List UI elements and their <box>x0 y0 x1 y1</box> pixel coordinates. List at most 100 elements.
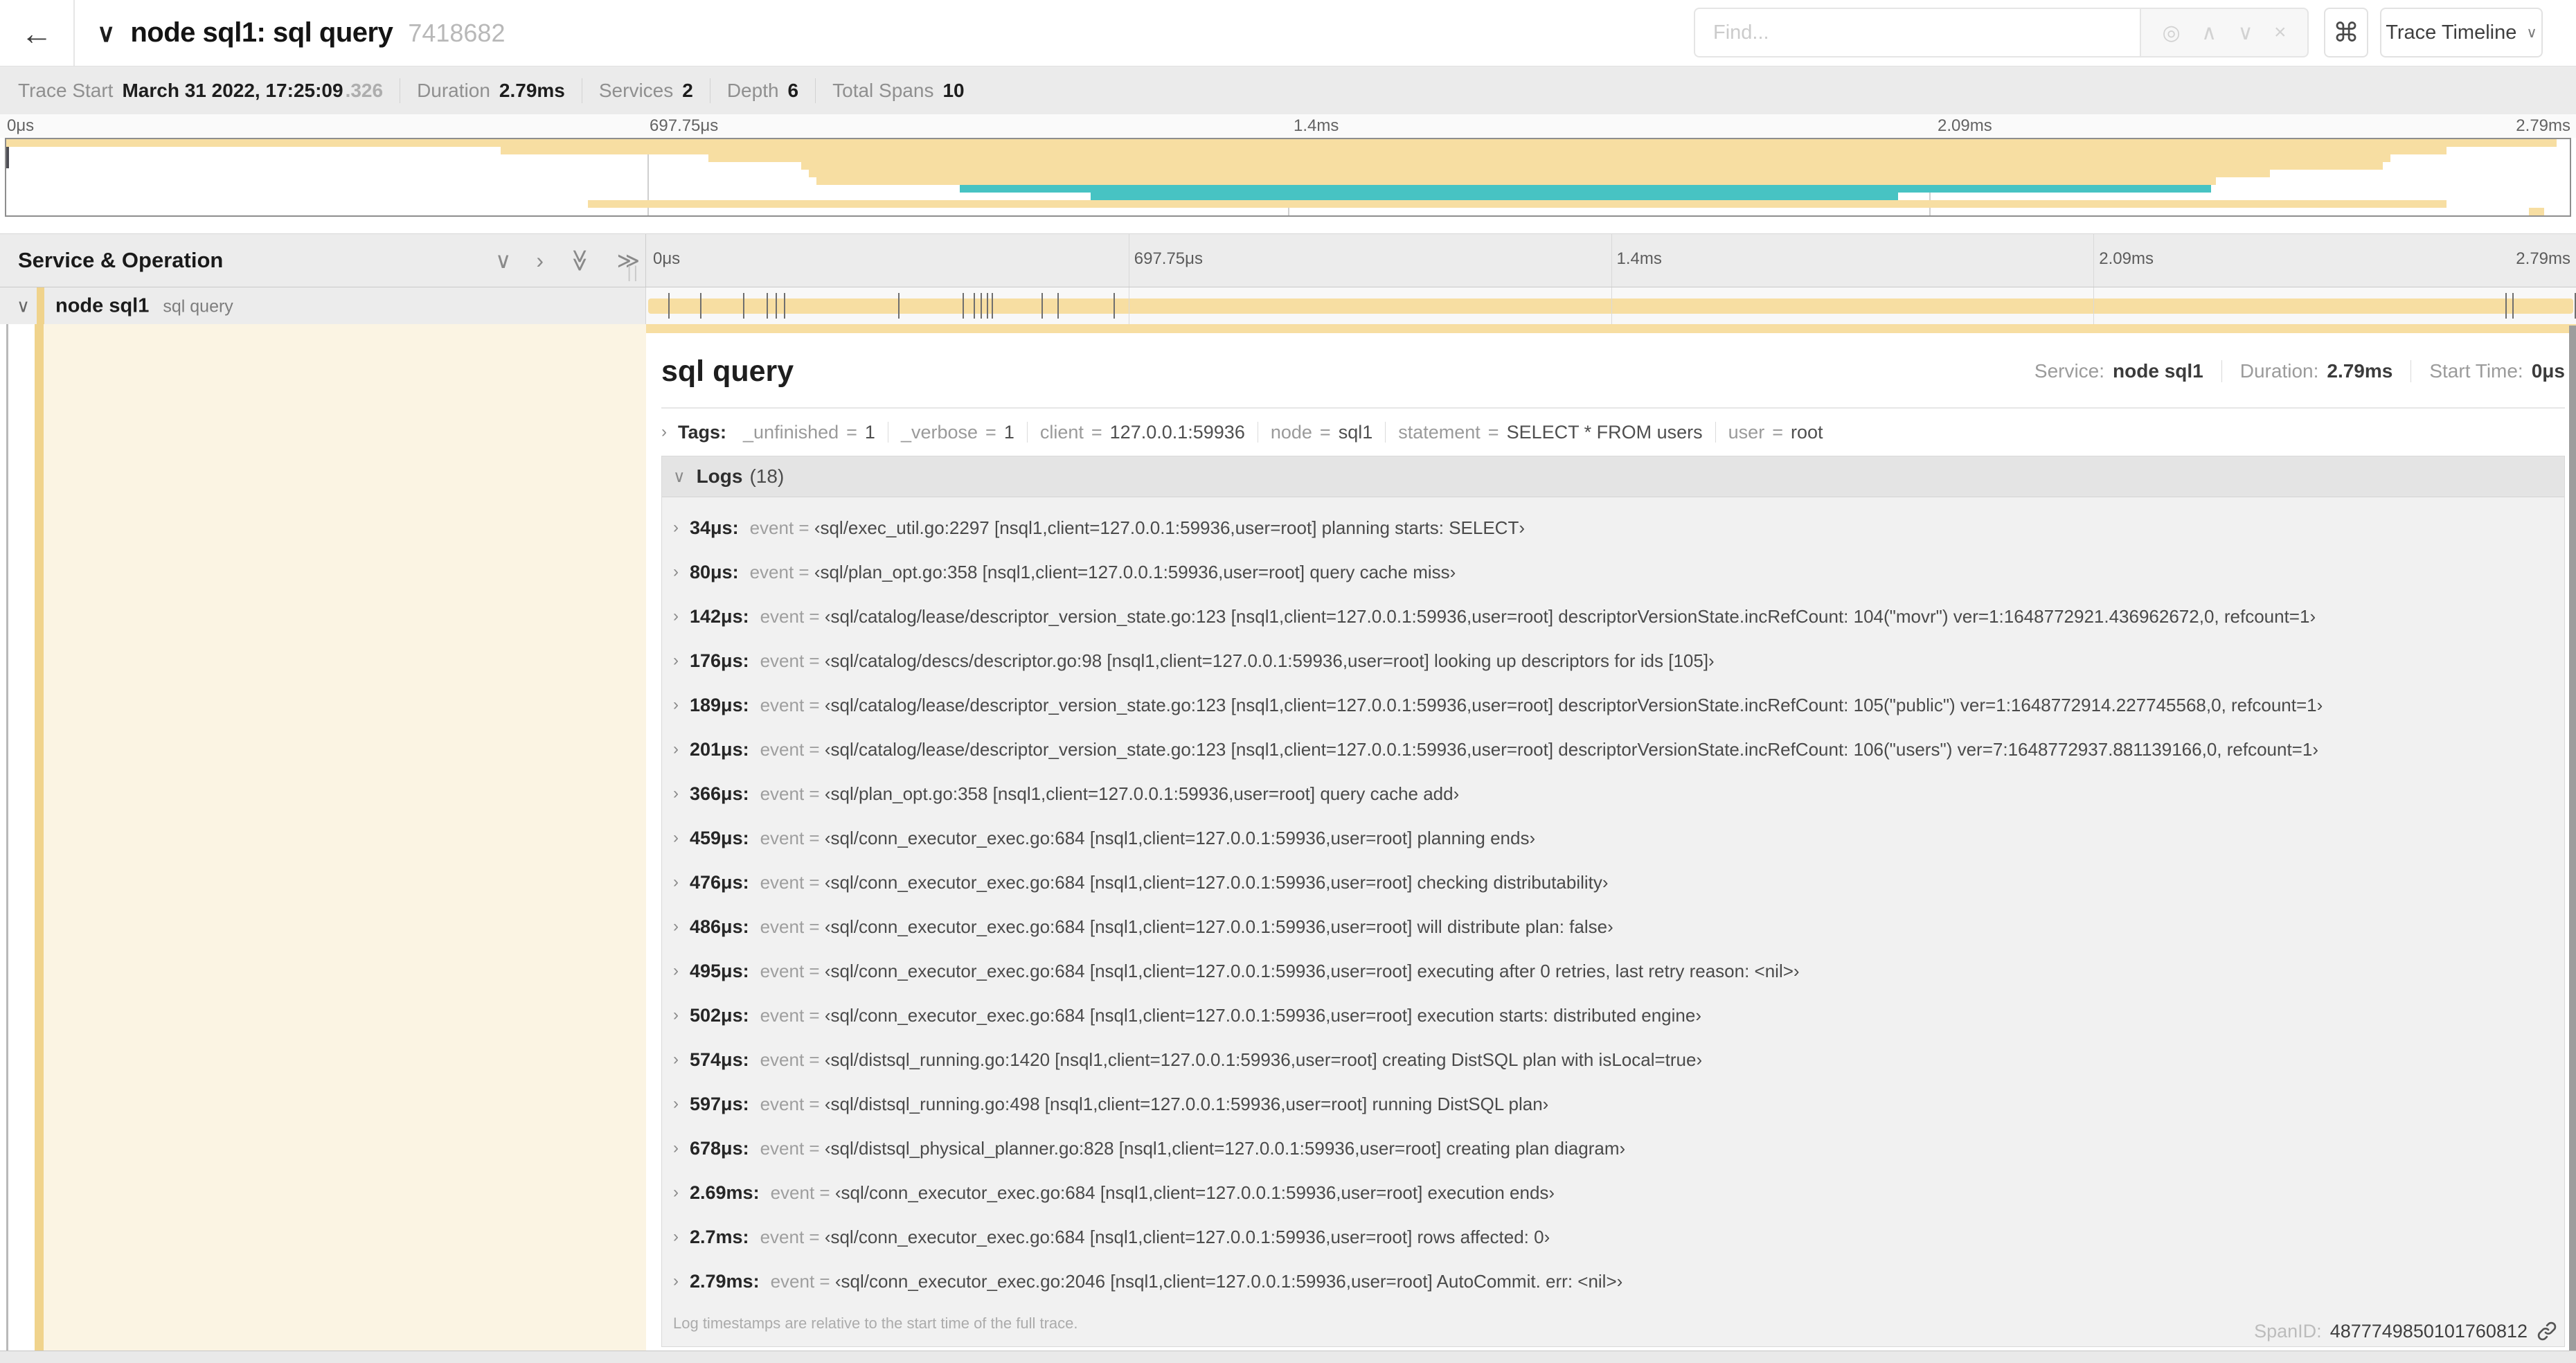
log-row[interactable]: › 2.7ms: event = ‹sql/conn_executor_exec.g… <box>662 1215 2564 1259</box>
column-resizer-handle[interactable]: || <box>627 263 640 283</box>
log-row[interactable]: › 34μs: event = ‹sql/exec_util.go:2297 [ns… <box>662 506 2564 550</box>
logs-list: › 34μs: event = ‹sql/exec_util.go:2297 [ns… <box>662 497 2564 1303</box>
summary-separator <box>2221 360 2222 382</box>
log-row[interactable]: › 176μs: event = ‹sql/catalog/descs/descri… <box>662 639 2564 683</box>
log-field-equals: = <box>804 650 825 671</box>
log-field-key: event <box>770 1182 815 1203</box>
tags-row[interactable]: › Tags: _unfinished = 1 _verbose = 1 client = 12… <box>661 417 2565 447</box>
tag-value: 127.0.0.1:59936 <box>1109 421 1245 443</box>
scrollbar-thumb[interactable] <box>2569 326 2576 1351</box>
log-timestamp: 189μs: <box>690 694 749 715</box>
chevron-right-icon[interactable]: › <box>673 961 679 981</box>
page-title: node sql1: sql query <box>130 17 393 48</box>
log-row[interactable]: › 80μs: event = ‹sql/plan_opt.go:358 [nsql… <box>662 550 2564 594</box>
chevron-right-icon[interactable]: › <box>673 1272 679 1291</box>
log-row[interactable]: › 142μs: event = ‹sql/catalog/lease/descri… <box>662 594 2564 639</box>
bottom-edge-strip <box>0 1351 2576 1363</box>
chevron-right-icon[interactable]: › <box>661 422 667 442</box>
log-row[interactable]: › 502μs: event = ‹sql/conn_executor_exec.g… <box>662 993 2564 1037</box>
log-timestamp: 495μs: <box>690 960 749 981</box>
chevron-right-icon[interactable]: › <box>673 1183 679 1202</box>
minimap-span-bar <box>6 139 2557 147</box>
tags-label: Tags: <box>678 421 727 443</box>
log-field-key: event <box>760 694 805 715</box>
clear-search-icon[interactable]: × <box>2274 21 2287 44</box>
log-field-value: ‹sql/catalog/lease/descriptor_version_st… <box>824 694 2323 715</box>
summary-value: 2.79ms <box>2327 360 2393 382</box>
chevron-right-icon[interactable]: › <box>673 1094 679 1114</box>
meta-item: Duration 2.79ms <box>417 80 565 102</box>
log-field-equals: = <box>804 1093 825 1114</box>
previous-result-icon[interactable]: ∧ <box>2201 21 2217 45</box>
collapse-one-icon[interactable]: ∨ <box>495 249 511 271</box>
tag-key: client <box>1039 421 1084 443</box>
tag-item: _verbose = 1 <box>901 422 1014 443</box>
span-color-accent <box>37 287 44 324</box>
log-row[interactable]: › 189μs: event = ‹sql/catalog/lease/descri… <box>662 683 2564 727</box>
find-input[interactable] <box>1694 8 2140 57</box>
collapse-all-icon[interactable]: ≫ <box>568 249 593 272</box>
chevron-right-icon[interactable]: › <box>673 740 679 759</box>
trace-view-selector[interactable]: Trace Timeline ∨ <box>2380 8 2543 57</box>
time-tick-label: 2.79ms <box>2516 249 2570 268</box>
link-icon[interactable] <box>2536 1320 2558 1342</box>
chevron-right-icon[interactable]: › <box>673 784 679 803</box>
log-timestamp: 597μs: <box>690 1093 749 1114</box>
log-event-text: event = ‹sql/conn_executor_exec.go:684 [… <box>760 872 1609 893</box>
chevron-right-icon[interactable]: › <box>673 1006 679 1025</box>
locate-icon[interactable]: ◎ <box>2162 21 2180 45</box>
chevron-right-icon[interactable]: › <box>673 917 679 936</box>
trace-id: 7418682 <box>408 18 506 47</box>
chevron-right-icon[interactable]: › <box>673 828 679 848</box>
chevron-right-icon[interactable]: › <box>673 1227 679 1247</box>
tag-value: sql1 <box>1338 421 1373 443</box>
span-id-value: 4877749850101760812 <box>2329 1320 2528 1342</box>
chevron-right-icon[interactable]: › <box>673 873 679 892</box>
log-row[interactable]: › 678μs: event = ‹sql/distsql_physical_pla… <box>662 1126 2564 1170</box>
log-row[interactable]: › 597μs: event = ‹sql/distsql_running.go:4… <box>662 1082 2564 1126</box>
back-button[interactable]: ← <box>0 0 75 66</box>
span-row[interactable]: ∨ node sql1 sql query <box>0 287 2576 324</box>
log-row[interactable]: › 486μs: event = ‹sql/conn_executor_exec.g… <box>662 905 2564 949</box>
log-row[interactable]: › 476μs: event = ‹sql/conn_executor_exec.g… <box>662 860 2564 905</box>
keyboard-shortcuts-button[interactable]: ⌘ <box>2324 8 2368 57</box>
log-field-value: ‹sql/catalog/lease/descriptor_version_st… <box>824 738 2318 760</box>
log-event-text: event = ‹sql/conn_executor_exec.go:684 [… <box>760 1227 1550 1248</box>
log-row[interactable]: › 459μs: event = ‹sql/conn_executor_exec.g… <box>662 816 2564 860</box>
chevron-right-icon[interactable]: › <box>673 607 679 626</box>
log-row[interactable]: › 2.79ms: event = ‹sql/conn_executor_exec.… <box>662 1259 2564 1303</box>
chevron-right-icon[interactable]: › <box>673 1050 679 1069</box>
log-timestamp: 459μs: <box>690 827 749 848</box>
chevron-right-icon[interactable]: › <box>673 695 679 715</box>
log-row[interactable]: › 2.69ms: event = ‹sql/conn_executor_exec.… <box>662 1170 2564 1215</box>
log-row[interactable]: › 201μs: event = ‹sql/catalog/lease/descri… <box>662 727 2564 772</box>
span-row-timeline[interactable] <box>646 287 2576 324</box>
chevron-right-icon[interactable]: › <box>673 518 679 537</box>
log-row[interactable]: › 366μs: event = ‹sql/plan_opt.go:358 [nsq… <box>662 772 2564 816</box>
chevron-right-icon[interactable]: › <box>673 1139 679 1158</box>
log-row[interactable]: › 574μs: event = ‹sql/distsql_running.go:1… <box>662 1037 2564 1082</box>
log-event-text: event = ‹sql/conn_executor_exec.go:684 [… <box>760 916 1613 938</box>
span-row-name-column[interactable]: ∨ node sql1 sql query <box>0 287 646 324</box>
log-field-key: event <box>770 1270 815 1292</box>
time-tick-label: 697.75μs <box>650 116 719 135</box>
log-marker-tick <box>2512 293 2514 319</box>
log-field-value: ‹sql/exec_util.go:2297 [nsql1,client=127… <box>814 517 1525 538</box>
chevron-right-icon[interactable]: › <box>673 651 679 670</box>
log-marker-tick <box>981 293 983 319</box>
logs-header[interactable]: ∨ Logs (18) <box>662 456 2564 497</box>
span-collapse-icon[interactable]: ∨ <box>17 295 30 317</box>
log-field-key: event <box>760 827 805 848</box>
next-result-icon[interactable]: ∨ <box>2238 21 2253 45</box>
tag-equals: = <box>1091 421 1102 443</box>
log-row[interactable]: › 495μs: event = ‹sql/conn_executor_exec.g… <box>662 949 2564 993</box>
log-marker-tick <box>775 293 777 319</box>
log-field-value: ‹sql/distsql_running.go:498 [nsql1,clien… <box>824 1093 1549 1114</box>
title-collapse-icon[interactable]: ∨ <box>97 19 115 48</box>
log-field-equals: = <box>804 916 825 937</box>
minimap-canvas[interactable] <box>5 138 2571 217</box>
log-field-value: ‹sql/conn_executor_exec.go:684 [nsql1,cl… <box>824 827 1536 848</box>
minimap-span-bar <box>816 177 2217 185</box>
chevron-right-icon[interactable]: › <box>673 562 679 582</box>
expand-one-icon[interactable]: › <box>536 249 544 271</box>
